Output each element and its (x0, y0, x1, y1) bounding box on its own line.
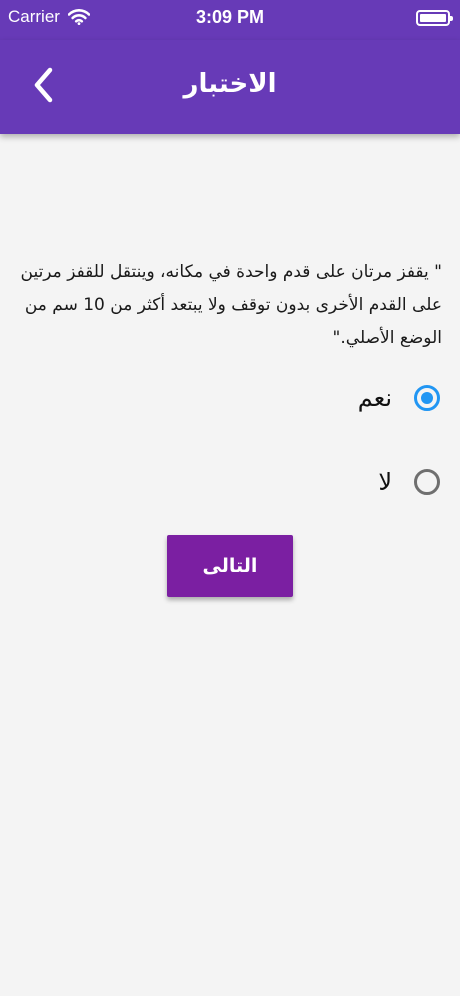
option-yes[interactable]: نعم (358, 378, 440, 418)
option-yes-label: نعم (357, 384, 392, 412)
status-bar: Carrier 3:09 PM (0, 0, 460, 40)
option-no[interactable]: لا (378, 462, 440, 502)
next-button[interactable]: التالى (167, 535, 293, 597)
option-no-label: لا (378, 468, 392, 496)
page-title: الاختبار (183, 69, 277, 99)
status-time: 3:09 PM (195, 7, 265, 27)
app-bar: الاختبار (0, 40, 460, 134)
radio-unselected-icon[interactable] (414, 469, 440, 495)
battery-icon (416, 10, 453, 26)
question-text: " يقفز مرتان على قدم واحدة في مكانه، وين… (20, 262, 443, 348)
radio-selected-icon[interactable] (414, 385, 440, 411)
